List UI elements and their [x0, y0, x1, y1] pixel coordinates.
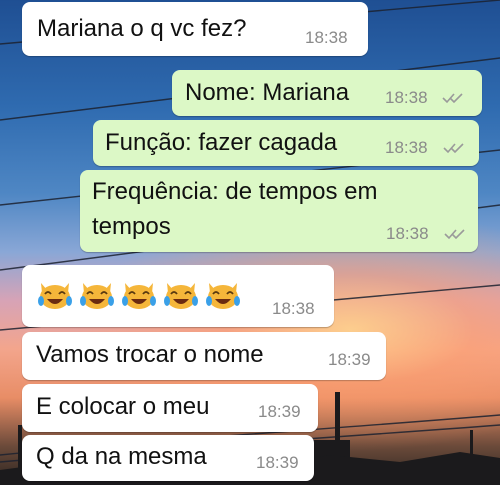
message-text-line-2: tempos	[92, 213, 171, 240]
crying-laughing-cat-emoji	[164, 283, 198, 309]
message-timestamp: 18:39	[258, 402, 301, 421]
crying-laughing-cat-emoji	[122, 283, 156, 309]
crying-laughing-cat-emoji	[38, 283, 72, 309]
crying-laughing-cat-emoji	[206, 283, 240, 309]
double-check-icon	[442, 93, 463, 104]
message-bubble-outgoing[interactable]: Frequência: de tempos em tempos 18:38	[80, 170, 478, 252]
message-bubble-outgoing[interactable]: Nome: Mariana 18:38	[172, 70, 482, 116]
message-bubble-incoming[interactable]: E colocar o meu 18:39	[22, 384, 318, 432]
message-text: Mariana o q vc fez?	[37, 15, 247, 42]
message-timestamp: 18:39	[256, 453, 299, 472]
message-text: Q da na mesma	[36, 443, 207, 470]
double-check-icon	[444, 229, 465, 240]
message-text: E colocar o meu	[36, 393, 210, 420]
message-text: Vamos trocar o nome	[36, 341, 264, 368]
crying-laughing-cat-emoji	[80, 283, 114, 309]
emoji-row	[36, 277, 242, 311]
message-bubble-incoming[interactable]: 18:38	[22, 265, 334, 327]
message-timestamp: 18:39	[328, 350, 371, 369]
message-timestamp: 18:38	[385, 138, 428, 157]
message-bubble-incoming[interactable]: Mariana o q vc fez? 18:38	[22, 2, 368, 56]
message-text-line-1: Frequência: de tempos em	[92, 178, 378, 205]
message-timestamp: 18:38	[305, 28, 348, 47]
message-text: Função: fazer cagada	[105, 129, 338, 156]
message-bubble-incoming[interactable]: Vamos trocar o nome 18:39	[22, 332, 386, 380]
message-bubble-incoming[interactable]: Q da na mesma 18:39	[22, 435, 314, 481]
message-timestamp: 18:38	[272, 299, 315, 318]
message-bubble-outgoing[interactable]: Função: fazer cagada 18:38	[93, 120, 479, 166]
double-check-icon	[443, 143, 464, 154]
message-text: Nome: Mariana	[185, 79, 350, 106]
message-timestamp: 18:38	[386, 224, 429, 243]
message-timestamp: 18:38	[385, 88, 428, 107]
